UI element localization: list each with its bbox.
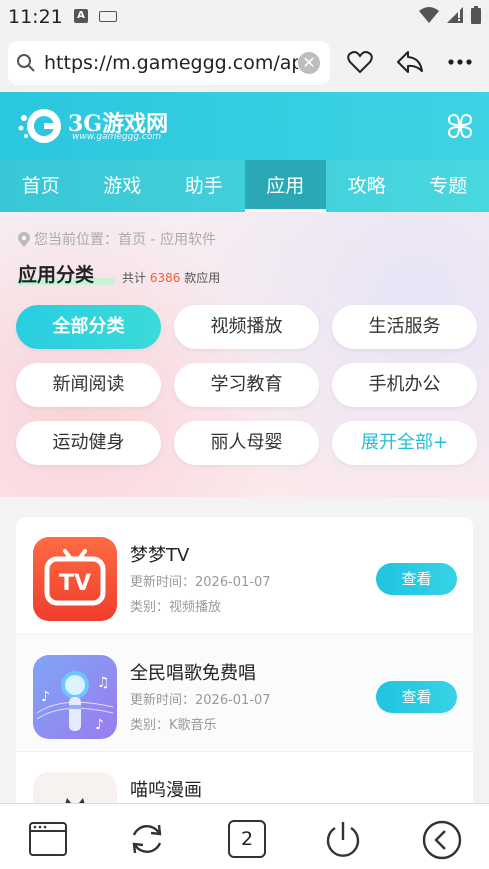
location-pin-icon <box>18 231 30 247</box>
category-expand-button[interactable]: 展开全部+ <box>332 421 477 465</box>
keyboard-icon <box>99 11 117 22</box>
favorite-heart-icon[interactable] <box>347 50 373 74</box>
status-time: 11:21 <box>8 6 63 28</box>
app-name[interactable]: 全民唱歌免费唱 <box>130 659 256 685</box>
app-count-number: 6386 <box>149 271 181 285</box>
app-category: 类别：K歌音乐 <box>130 718 217 733</box>
svg-text:♪: ♪ <box>41 689 50 705</box>
tab-count-button[interactable]: 2 <box>228 820 266 858</box>
signal-icon <box>447 7 463 23</box>
app-update-time: 更新时间：2026-01-07 <box>130 575 271 590</box>
view-button[interactable]: 查看 <box>376 563 457 595</box>
app-count: 共计 6386 款应用 <box>122 269 220 286</box>
notification-a-icon: A <box>74 9 88 23</box>
svg-text:♪: ♪ <box>95 717 104 733</box>
category-all-button[interactable]: 全部分类 <box>16 305 161 349</box>
category-video-button[interactable]: 视频播放 <box>174 305 319 349</box>
browser-bottom-bar: 2 <box>0 803 489 869</box>
breadcrumb: 您当前位置：首页 - 应用软件 <box>18 229 216 249</box>
refresh-icon[interactable] <box>128 820 166 858</box>
app-name[interactable]: 喵呜漫画 <box>130 776 202 802</box>
app-update-time: 更新时间：2026-01-07 <box>130 693 271 708</box>
tab-topics[interactable]: 专题 <box>408 160 489 212</box>
category-title: 应用分类 <box>18 264 95 286</box>
tab-apps[interactable]: 应用 <box>244 160 326 212</box>
browser-toolbar: https://m.gameggg.com/app/ ✕ <box>0 34 489 92</box>
share-icon[interactable] <box>396 50 424 74</box>
search-icon <box>17 54 35 72</box>
tab-assistant[interactable]: 助手 <box>163 160 245 212</box>
site-menu-icon[interactable] <box>447 113 473 139</box>
category-sports-button[interactable]: 运动健身 <box>16 421 161 465</box>
tab-home[interactable]: 首页 <box>0 160 82 212</box>
app-count-prefix: 共计 <box>122 271 147 285</box>
app-name[interactable]: 梦梦TV <box>130 541 189 567</box>
app-list-item[interactable]: TV 梦梦TV 更新时间：2026-01-07 类别：视频播放 查看 <box>16 517 473 634</box>
address-bar[interactable]: https://m.gameggg.com/app/ ✕ <box>8 41 330 85</box>
main-nav: 首页 游戏 助手 应用 攻略 专题 <box>0 160 489 212</box>
wifi-icon <box>419 7 439 23</box>
microphone-app-icon[interactable]: ♪ ♫ ♪ <box>33 655 117 739</box>
power-icon[interactable] <box>324 820 362 860</box>
category-mom-baby-button[interactable]: 丽人母婴 <box>174 421 319 465</box>
battery-icon <box>471 6 481 24</box>
category-news-button[interactable]: 新闻阅读 <box>16 363 161 407</box>
app-list-section: TV 梦梦TV 更新时间：2026-01-07 类别：视频播放 查看 ♪ ♫ ♪ <box>0 497 489 817</box>
category-grid: 全部分类 视频播放 生活服务 新闻阅读 学习教育 手机办公 运动健身 丽人母婴 … <box>16 305 477 465</box>
site-logo-icon[interactable] <box>18 106 62 146</box>
app-list-card: TV 梦梦TV 更新时间：2026-01-07 类别：视频播放 查看 ♪ ♫ ♪ <box>16 517 473 817</box>
tab-games[interactable]: 游戏 <box>82 160 164 212</box>
status-icons <box>419 6 481 24</box>
back-icon[interactable] <box>422 820 462 860</box>
app-list-item[interactable]: ♪ ♫ ♪ 全民唱歌免费唱 更新时间：2026-01-07 类别：K歌音乐 查看 <box>16 634 473 751</box>
breadcrumb-text: 您当前位置：首页 - 应用软件 <box>34 232 216 248</box>
category-life-button[interactable]: 生活服务 <box>332 305 477 349</box>
category-section: 您当前位置：首页 - 应用软件 应用分类 共计 6386 款应用 全部分类 视频… <box>0 212 489 497</box>
category-office-button[interactable]: 手机办公 <box>332 363 477 407</box>
view-button[interactable]: 查看 <box>376 681 457 713</box>
clear-url-icon[interactable]: ✕ <box>298 52 320 74</box>
more-menu-icon[interactable] <box>448 59 472 65</box>
svg-text:♫: ♫ <box>97 675 110 691</box>
tv-app-icon-label: TV <box>58 571 92 596</box>
category-education-button[interactable]: 学习教育 <box>174 363 319 407</box>
site-logo-subtitle: www.gameggg.com <box>72 132 162 142</box>
app-category: 类别：视频播放 <box>130 600 222 615</box>
app-count-suffix: 款应用 <box>184 271 221 285</box>
window-icon[interactable] <box>29 822 67 856</box>
status-bar: 11:21 A <box>0 0 489 34</box>
tv-app-icon[interactable]: TV <box>33 537 117 621</box>
url-text[interactable]: https://m.gameggg.com/app/ <box>44 52 298 74</box>
tab-guides[interactable]: 攻略 <box>326 160 408 212</box>
site-header: 3G游戏网 www.gameggg.com <box>0 92 489 160</box>
